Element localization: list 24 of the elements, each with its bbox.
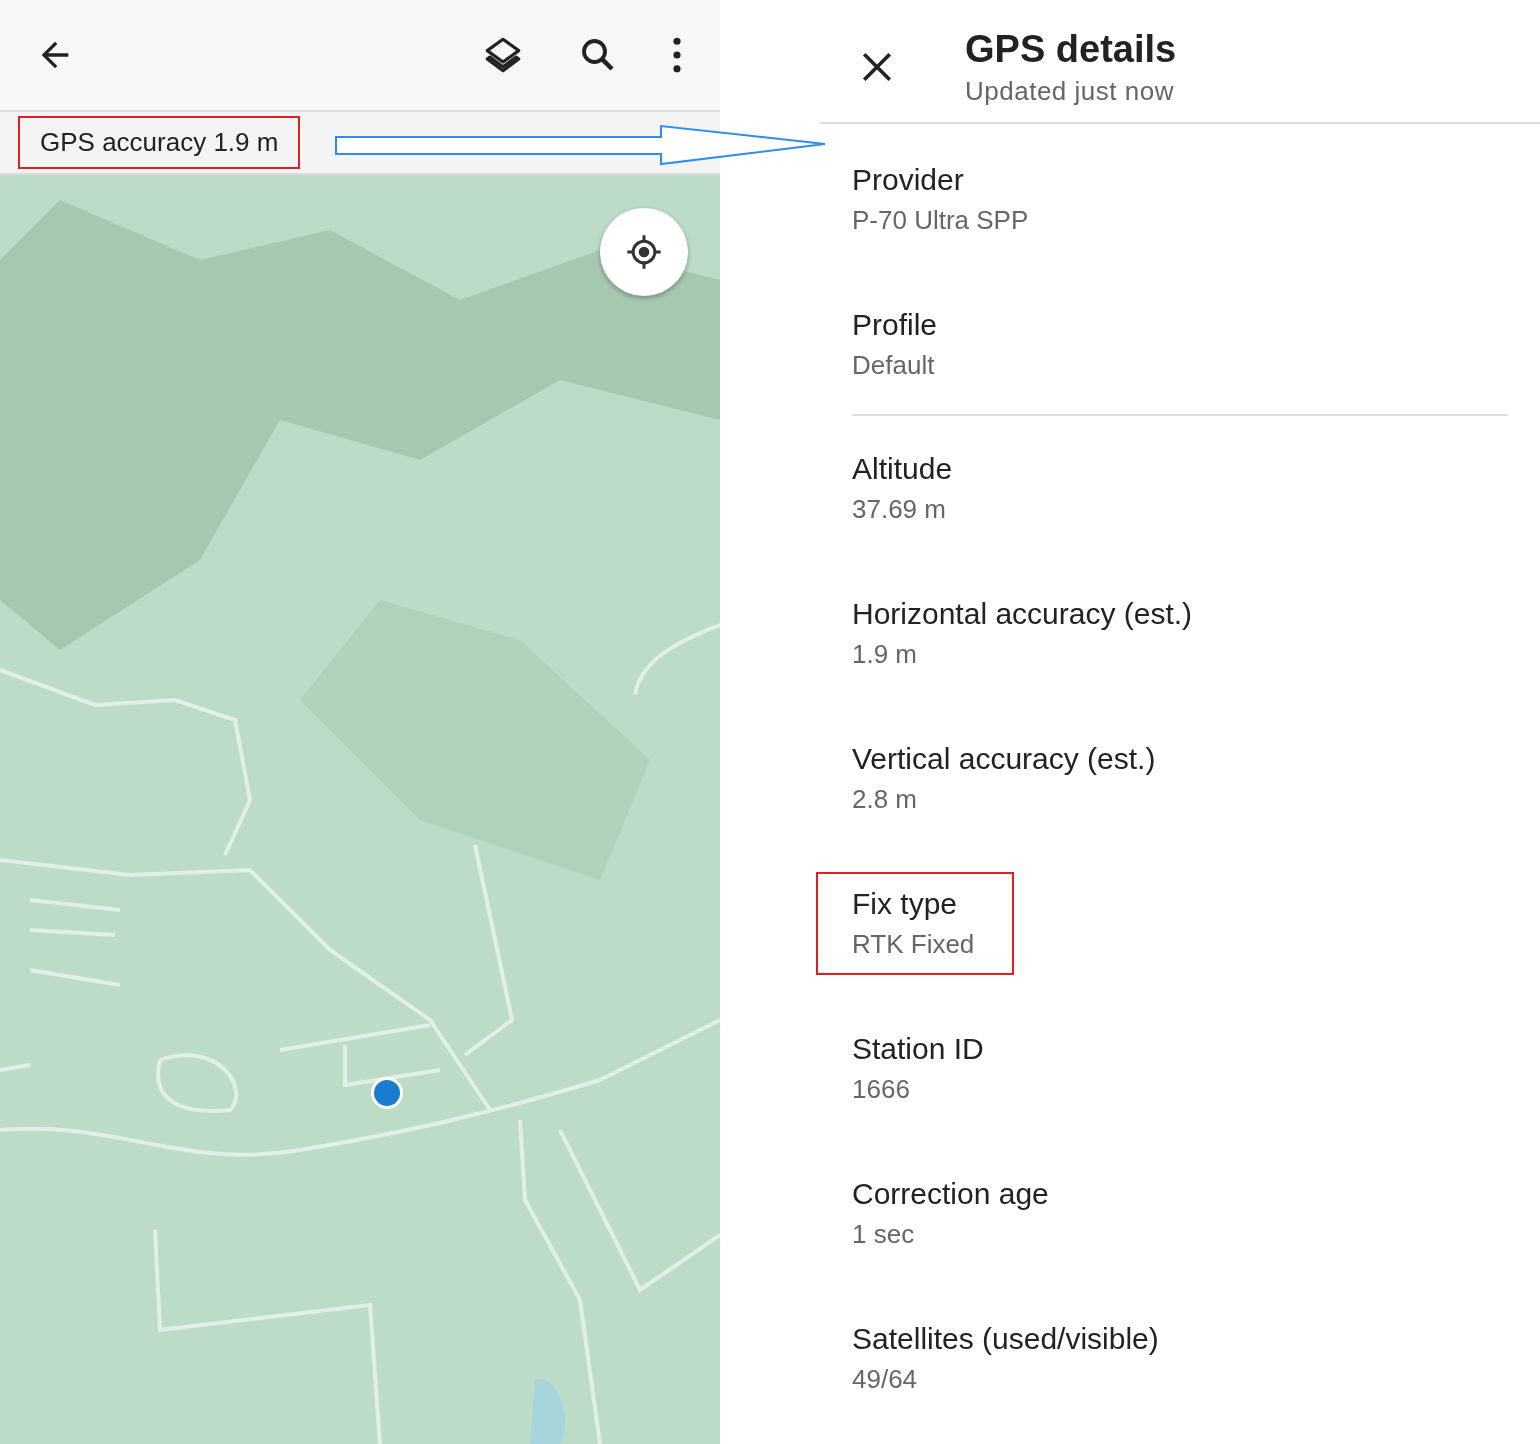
detail-value: RTK Fixed <box>852 928 975 961</box>
detail-label: Provider <box>852 162 965 198</box>
detail-value: Default <box>852 349 936 382</box>
detail-value: 1666 <box>852 1073 911 1106</box>
detail-label: Altitude <box>852 451 953 487</box>
detail-value: P-70 Ultra SPP <box>852 204 1029 237</box>
detail-label: Station ID <box>852 1031 984 1067</box>
detail-label: Horizontal accuracy (est.) <box>852 596 1193 632</box>
detail-label: Fix type <box>852 886 959 922</box>
gps-accuracy-label: GPS accuracy 1.9 m <box>18 116 301 169</box>
detail-value: 37.69 m <box>852 493 947 526</box>
location-target-icon <box>624 232 664 272</box>
detail-label: Profile <box>852 307 938 343</box>
detail-value: 49/64 <box>852 1363 919 1396</box>
more-options-icon[interactable] <box>672 37 682 73</box>
detail-label: Satellites (used/visible) <box>852 1321 1159 1357</box>
panel-subtitle: Updated just now <box>965 75 1175 108</box>
detail-value: 1 sec <box>852 1218 916 1251</box>
close-icon[interactable] <box>860 50 894 84</box>
detail-value: 2.8 m <box>852 783 919 816</box>
detail-label: Vertical accuracy (est.) <box>852 741 1156 777</box>
detail-value: 1.9 m <box>852 638 919 671</box>
panel-title: GPS details <box>965 27 1177 72</box>
detail-label: Correction age <box>852 1176 1049 1212</box>
